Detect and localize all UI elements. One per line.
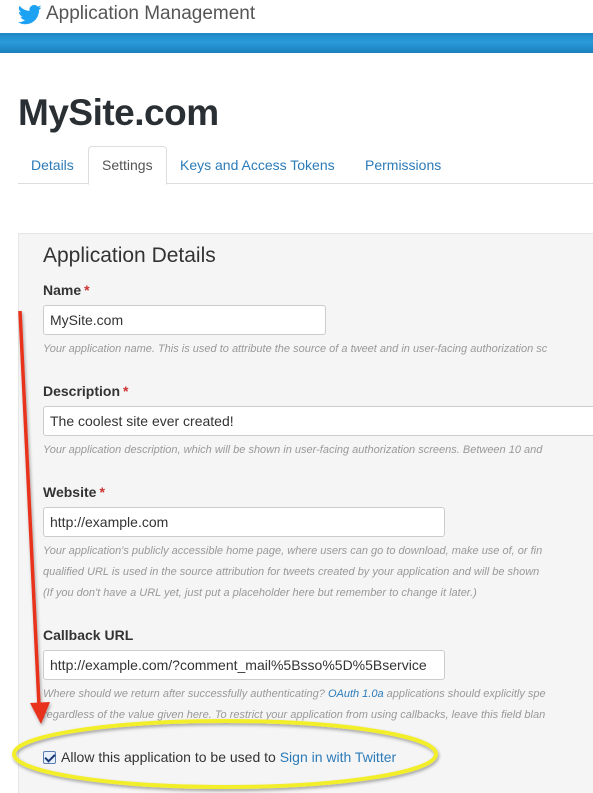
required-asterisk: * [99,484,105,500]
name-field[interactable]: MySite.com [43,305,326,335]
app-management-title[interactable]: Application Management [46,3,255,25]
tab-permissions[interactable]: Permissions [352,146,454,184]
name-label-text: Name [43,282,82,298]
required-asterisk: * [84,282,90,298]
description-label: Description * [43,383,128,399]
sign-in-with-twitter-checkbox[interactable] [43,751,56,764]
website-help-line-1: Your application's publicly accessible h… [43,545,543,557]
tab-settings[interactable]: Settings [88,146,167,185]
callback-help-line-1: Where should we return after successfull… [43,684,546,705]
website-help-line-2: qualified URL is used in the source attr… [43,566,540,578]
required-asterisk: * [123,383,129,399]
top-bar: Application Management [0,0,593,36]
twitter-bird-icon[interactable] [18,5,42,25]
name-label: Name * [43,282,90,298]
tab-bar: Details Settings Keys and Access Tokens … [18,146,593,185]
website-label-text: Website [43,484,97,500]
tab-details[interactable]: Details [18,146,87,184]
callback-url-label: Callback URL [43,627,133,643]
description-help-text: Your application description, which will… [43,444,543,456]
sign-in-with-twitter-row: Allow this application to be used to Sig… [43,749,396,765]
sign-in-with-twitter-link[interactable]: Sign in with Twitter [280,749,396,765]
callback-help-line-2: regardless of the value given here. To r… [43,709,546,721]
callback-help-prefix: Where should we return after successfull… [43,688,328,700]
website-label: Website * [43,484,105,500]
name-help-text: Your application name. This is used to a… [43,343,548,355]
oauth-link[interactable]: OAuth 1.0a [328,688,384,700]
page-title: MySite.com [18,92,219,133]
header-band [0,33,593,53]
description-field[interactable]: The coolest site ever created! [43,406,593,436]
callback-url-label-text: Callback URL [43,627,134,643]
description-label-text: Description [43,383,121,399]
checkbox-label-text: Allow this application to be used to [61,749,280,765]
callback-url-field[interactable]: http://example.com/?comment_mail%5Bsso%5… [43,650,445,680]
panel-title: Application Details [43,244,216,267]
tab-keys-and-access-tokens[interactable]: Keys and Access Tokens [167,146,348,184]
callback-help-suffix: applications should explicitly spe [383,688,546,700]
website-help-line-3: (If you don't have a URL yet, just put a… [43,587,477,599]
website-field[interactable]: http://example.com [43,507,445,537]
